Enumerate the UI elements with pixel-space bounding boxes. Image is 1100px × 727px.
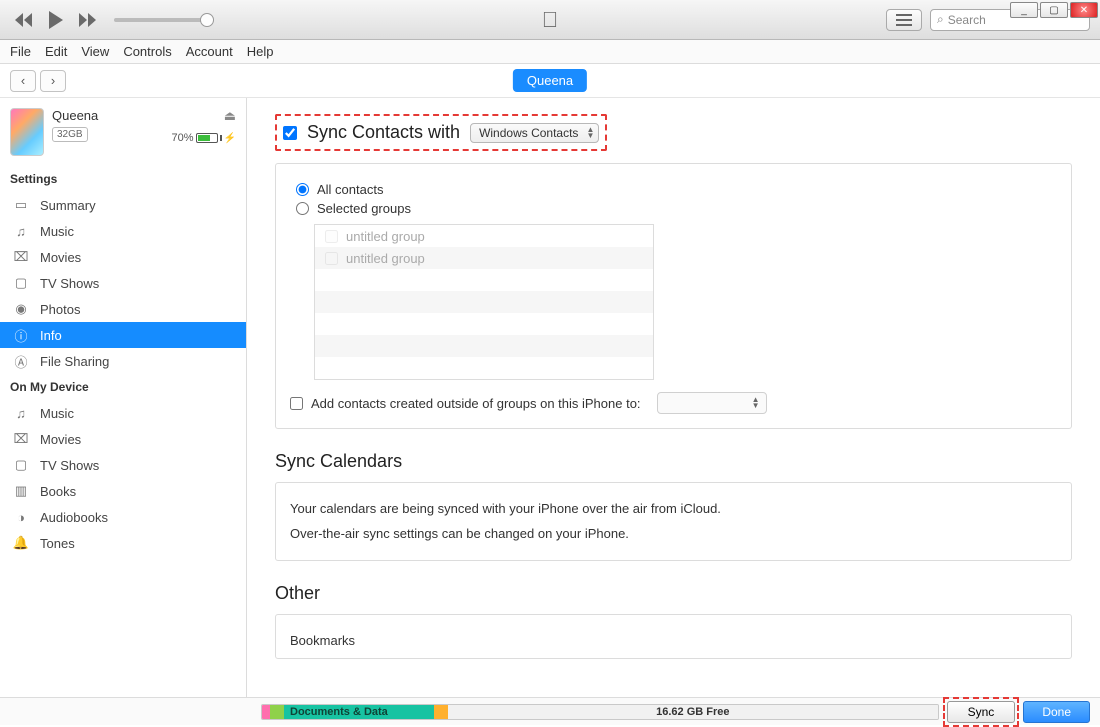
menu-help[interactable]: Help <box>247 44 274 59</box>
list-view-button[interactable] <box>886 9 922 31</box>
music-icon: ♫ <box>12 223 30 239</box>
calendars-panel: Your calendars are being synced with you… <box>275 482 1072 561</box>
eject-icon[interactable]: ⏏ <box>224 108 236 124</box>
apps-icon: Ⓐ <box>12 353 30 369</box>
done-button[interactable]: Done <box>1023 701 1090 723</box>
device-header: Queena 32GB ⏏ 70% ⚡ <box>0 98 246 166</box>
add-outside-select[interactable]: ▲▼ <box>657 392 767 414</box>
volume-slider[interactable] <box>114 18 214 22</box>
sidebar-item-ondevice-books[interactable]: ▥Books <box>0 478 246 504</box>
maximize-button[interactable]: ▢ <box>1040 2 1068 18</box>
menu-file[interactable]: File <box>10 44 31 59</box>
search-placeholder: Search <box>948 13 986 27</box>
storage-seg-pink <box>262 705 270 719</box>
charging-icon: ⚡ <box>224 133 236 144</box>
storage-seg-green <box>270 705 284 719</box>
capacity-badge: 32GB <box>52 127 88 142</box>
sidebar-item-ondevice-audiobooks[interactable]: ◑Audiobooks <box>0 504 246 530</box>
movies-icon: ⌧ <box>12 431 30 447</box>
group-row: untitled group <box>315 247 653 269</box>
menu-bar: File Edit View Controls Account Help <box>0 40 1100 64</box>
books-icon: ▥ <box>12 483 30 499</box>
sidebar-item-info[interactable]: ⓘInfo <box>0 322 246 348</box>
device-tab[interactable]: Queena <box>513 69 587 92</box>
tv-icon: ▢ <box>12 457 30 473</box>
sidebar-item-tvshows[interactable]: ▢TV Shows <box>0 270 246 296</box>
groups-list: untitled group untitled group <box>314 224 654 380</box>
menu-edit[interactable]: Edit <box>45 44 67 59</box>
previous-button[interactable] <box>10 11 38 29</box>
all-contacts-radio[interactable]: All contacts <box>296 182 1057 197</box>
sidebar-item-ondevice-music[interactable]: ♫Music <box>0 400 246 426</box>
other-title: Other <box>275 583 1072 604</box>
device-thumbnail-icon <box>10 108 44 156</box>
bookmarks-label: Bookmarks <box>290 629 1057 654</box>
sync-contacts-row: Sync Contacts with Windows Contacts ▲▼ <box>275 114 607 151</box>
chevron-updown-icon: ▲▼ <box>752 397 760 409</box>
add-outside-checkbox[interactable] <box>290 397 303 410</box>
minimize-button[interactable]: _ <box>1010 2 1038 18</box>
photos-icon: ◉ <box>12 301 30 317</box>
settings-section-label: Settings <box>0 166 246 192</box>
sidebar-item-summary[interactable]: ▭Summary <box>0 192 246 218</box>
sync-contacts-title: Sync Contacts with <box>307 122 460 143</box>
movies-icon: ⌧ <box>12 249 30 265</box>
volume-thumb[interactable] <box>200 13 214 27</box>
next-button[interactable] <box>74 11 102 29</box>
apple-logo-icon:  <box>542 7 559 33</box>
battery-icon <box>196 133 218 143</box>
storage-seg-orange <box>434 705 448 719</box>
audiobooks-icon: ◑ <box>12 509 30 525</box>
nav-bar: ‹ › Queena <box>0 64 1100 98</box>
sidebar-item-ondevice-movies[interactable]: ⌧Movies <box>0 426 246 452</box>
summary-icon: ▭ <box>12 197 30 213</box>
play-button[interactable] <box>44 9 68 31</box>
forward-button[interactable]: › <box>40 70 66 92</box>
sidebar: Queena 32GB ⏏ 70% ⚡ Settings ▭Summary ♫M… <box>0 98 247 697</box>
battery-percent: 70% <box>172 132 194 144</box>
device-name: Queena <box>52 108 164 123</box>
storage-free-label: 16.62 GB Free <box>448 705 938 719</box>
sync-contacts-select[interactable]: Windows Contacts ▲▼ <box>470 123 599 143</box>
sync-calendars-title: Sync Calendars <box>275 451 1072 472</box>
battery-indicator: 70% ⚡ <box>172 132 236 144</box>
sync-highlight: Sync <box>943 697 1020 727</box>
sidebar-item-photos[interactable]: ◉Photos <box>0 296 246 322</box>
calendars-line2: Over-the-air sync settings can be change… <box>290 522 1057 547</box>
back-button[interactable]: ‹ <box>10 70 36 92</box>
contacts-panel: All contacts Selected groups untitled gr… <box>275 163 1072 429</box>
other-panel: Bookmarks <box>275 614 1072 659</box>
selected-groups-radio[interactable]: Selected groups <box>296 201 1057 216</box>
sidebar-item-movies[interactable]: ⌧Movies <box>0 244 246 270</box>
group-row: untitled group <box>315 225 653 247</box>
player-toolbar:  ⌕ Search <box>0 0 1100 40</box>
sync-contacts-checkbox[interactable] <box>283 126 297 140</box>
menu-view[interactable]: View <box>81 44 109 59</box>
bottom-bar: Documents & Data 16.62 GB Free Sync Done <box>0 697 1100 725</box>
storage-bar: Documents & Data 16.62 GB Free <box>261 704 939 720</box>
sidebar-item-ondevice-tones[interactable]: 🔔Tones <box>0 530 246 556</box>
sidebar-item-music[interactable]: ♫Music <box>0 218 246 244</box>
add-outside-label: Add contacts created outside of groups o… <box>311 396 641 411</box>
ondevice-section-label: On My Device <box>0 374 246 400</box>
storage-seg-docs: Documents & Data <box>284 705 434 719</box>
sync-button[interactable]: Sync <box>947 701 1016 723</box>
info-icon: ⓘ <box>12 327 30 343</box>
chevron-updown-icon: ▲▼ <box>587 127 595 139</box>
add-outside-row: Add contacts created outside of groups o… <box>290 392 1057 414</box>
menu-controls[interactable]: Controls <box>123 44 171 59</box>
menu-account[interactable]: Account <box>186 44 233 59</box>
sidebar-item-filesharing[interactable]: ⒶFile Sharing <box>0 348 246 374</box>
tv-icon: ▢ <box>12 275 30 291</box>
calendars-line1: Your calendars are being synced with you… <box>290 497 1057 522</box>
sidebar-item-ondevice-tvshows[interactable]: ▢TV Shows <box>0 452 246 478</box>
content-area: Sync Contacts with Windows Contacts ▲▼ A… <box>247 98 1100 697</box>
close-button[interactable]: ✕ <box>1070 2 1098 18</box>
window-controls: _ ▢ ✕ <box>1008 0 1100 20</box>
search-icon: ⌕ <box>937 12 944 27</box>
music-icon: ♫ <box>12 405 30 421</box>
tones-icon: 🔔 <box>12 535 30 551</box>
